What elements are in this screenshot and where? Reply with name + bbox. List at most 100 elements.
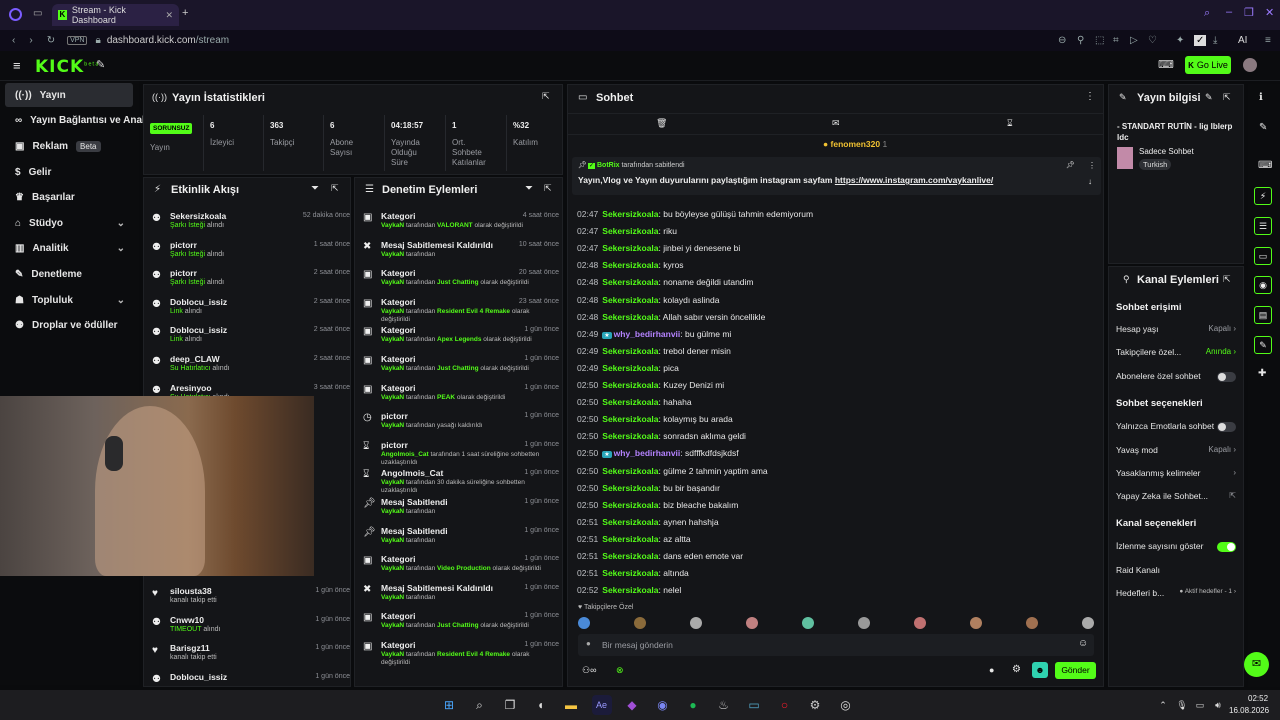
opera-icon[interactable]: ○ xyxy=(775,695,795,715)
moderation-item[interactable]: ◷ pictorr VaykaN tarafından yasağı kaldırı… xyxy=(361,409,559,437)
sidebar-item[interactable]: ⚉ Droplar ve ödüller xyxy=(5,313,133,337)
close-window-icon[interactable]: ✕ xyxy=(1265,6,1274,19)
sidebar-item[interactable]: ☗ Topluluk ⌄ xyxy=(5,288,133,312)
settings-icon[interactable]: ⚙ xyxy=(805,695,825,715)
speech-bubble-icon[interactable]: ✉︎ xyxy=(832,118,840,129)
tab-close-icon[interactable]: ✕ xyxy=(165,10,173,21)
trash-icon[interactable]: 🗑︎ xyxy=(656,118,667,129)
snapshot-icon[interactable]: ⬚ xyxy=(1095,35,1104,46)
sidebar-item[interactable]: ✎ Denetleme xyxy=(5,262,133,286)
channel-setting-row[interactable]: Yavaş mod Kapalı › xyxy=(1116,445,1236,459)
moderator-name[interactable]: VaykaN xyxy=(381,279,404,286)
url-field[interactable]: dashboard.kick.com/stream xyxy=(107,35,229,46)
hourglass-icon[interactable]: ⌛︎ xyxy=(1007,118,1013,129)
hamburger-menu-icon[interactable]: ≡ xyxy=(13,58,21,73)
maximize-icon[interactable]: ❐ xyxy=(1244,6,1254,19)
event-user[interactable]: Doblocu_issiz xyxy=(170,297,227,307)
tab-switcher-icon[interactable]: ▭ xyxy=(33,8,42,19)
heart-bookmark-icon[interactable]: ♡ xyxy=(1148,35,1157,46)
more-options-icon[interactable]: ⋮ xyxy=(1085,91,1095,102)
message-user[interactable]: Sekersizkoala xyxy=(602,209,658,219)
chevron-up-icon[interactable]: ⌃ xyxy=(1153,695,1173,715)
activity-event[interactable]: ♥ silousta38 kanalı takip etti 1 gün önce xyxy=(150,584,350,612)
channel-setting-row[interactable]: Abonelere özel sohbet xyxy=(1116,371,1236,385)
moderator-name[interactable]: VaykaN xyxy=(381,508,404,515)
avatar[interactable] xyxy=(1243,58,1257,72)
moderation-item[interactable]: ▣ Kategori VaykaN tarafından Just Chatting… xyxy=(361,266,559,294)
emote-icon[interactable] xyxy=(970,617,982,629)
brave-icon[interactable]: ◆ xyxy=(622,695,642,715)
crop-icon[interactable]: ⌗ xyxy=(1113,35,1119,46)
moderation-item[interactable]: ▣ Kategori VaykaN tarafından VALORANT olar… xyxy=(361,209,559,237)
unpin-icon[interactable]: 📌︎ xyxy=(1066,161,1075,169)
moderator-name[interactable]: VaykaN xyxy=(381,537,404,544)
wrench-icon[interactable]: ✎ xyxy=(96,58,105,71)
message-user[interactable]: Sekersizkoala xyxy=(602,517,658,527)
browser-icon[interactable]: ▭ xyxy=(744,695,764,715)
emote-icon[interactable] xyxy=(1082,617,1094,629)
pinned-more-icon[interactable]: ⋮ xyxy=(1088,161,1096,170)
rail-stream-info-icon[interactable]: ▤ xyxy=(1254,306,1272,324)
go-live-button[interactable]: K Go Live xyxy=(1185,56,1231,74)
emote-picker-icon[interactable]: ☻ xyxy=(1032,662,1048,678)
settings-gear-icon[interactable]: ⚙ xyxy=(1012,664,1021,675)
moderator-name[interactable]: Angolmois_Cat xyxy=(381,451,429,458)
network-icon[interactable]: ▭ xyxy=(1190,695,1210,715)
file-explorer-icon[interactable]: ▬ xyxy=(561,695,581,715)
event-user[interactable]: Sekersizkoala xyxy=(170,211,226,221)
filter-icon[interactable]: ⏷ xyxy=(525,183,533,194)
expand-icon[interactable]: ↓ xyxy=(1088,177,1092,186)
reload-icon[interactable]: ↻ xyxy=(47,35,55,46)
message-user[interactable]: Sekersizkoala xyxy=(602,243,658,253)
event-user[interactable]: deep_CLAW xyxy=(170,354,220,364)
activity-event[interactable]: ⚉ Doblocu_issiz 1 gün önce xyxy=(150,670,350,686)
add-widget-icon[interactable]: ✚ xyxy=(1258,368,1266,379)
steam-icon[interactable]: ♨ xyxy=(714,695,734,715)
moderator-name[interactable]: VaykaN xyxy=(381,365,404,372)
obs-icon[interactable]: ◎ xyxy=(836,695,856,715)
moderator-name[interactable]: VaykaN xyxy=(381,565,404,572)
message-user[interactable]: Sekersizkoala xyxy=(602,500,658,510)
moderator-name[interactable]: VaykaN xyxy=(381,394,404,401)
activity-event[interactable]: ⚉ Doblocu_issiz Link alındı 2 saat önce xyxy=(150,295,350,323)
moderation-item[interactable]: ⌛︎ pictorr Angolmois_Cat tarafından 1 saat… xyxy=(361,438,559,466)
popout-icon[interactable]: ⇱ xyxy=(331,183,339,194)
new-tab-icon[interactable]: + xyxy=(182,7,188,19)
message-user[interactable]: Sekersizkoala xyxy=(602,260,658,270)
info-icon[interactable]: ℹ xyxy=(1259,92,1263,103)
rail-wrench-icon[interactable]: ✎ xyxy=(1254,336,1272,354)
message-user[interactable]: Sekersizkoala xyxy=(602,312,658,322)
media-icon[interactable]: ◖ xyxy=(531,695,551,715)
moderator-name[interactable]: VaykaN xyxy=(381,422,404,429)
after-effects-icon[interactable]: Ae xyxy=(591,695,612,715)
message-user[interactable]: Sekersizkoala xyxy=(602,483,658,493)
moderator-name[interactable]: VaykaN xyxy=(381,622,404,629)
activity-event[interactable]: ⚉ Cnww10 TIMEOUT alındı 1 gün önce xyxy=(150,613,350,641)
moderation-item[interactable]: ▣ Kategori VaykaN tarafından PEAK olarak d… xyxy=(361,381,559,409)
moderation-item[interactable]: ✖ Mesaj Sabitlemesi Kaldırıldı VaykaN tara… xyxy=(361,581,559,609)
search-icon[interactable]: ⌕ xyxy=(470,695,490,715)
chevron-down-icon[interactable]: ⌄ xyxy=(117,295,125,306)
chat-bubble-icon[interactable]: ● xyxy=(989,665,994,675)
event-user[interactable]: Aresinyoo xyxy=(170,383,212,393)
keyboard-rail-icon[interactable]: ⌨ xyxy=(1258,160,1272,171)
sidebar-item[interactable]: $ Gelir xyxy=(5,160,133,184)
message-user[interactable]: Sekersizkoala xyxy=(602,431,658,441)
moderation-item[interactable]: ▣ Kategori VaykaN tarafından Apex Legends … xyxy=(361,323,559,351)
channel-setting-row[interactable]: Yasaklanmış kelimeler › xyxy=(1116,468,1236,482)
sidebar-item[interactable]: ⌂ Stüdyo ⌄ xyxy=(5,211,133,235)
event-user[interactable]: silousta38 xyxy=(170,586,212,596)
browser-tab[interactable]: K Stream - Kick Dashboard ✕ xyxy=(52,4,179,26)
moderator-name[interactable]: VaykaN xyxy=(381,222,404,229)
sidebar-item[interactable]: ▥ Analitik ⌄ xyxy=(5,236,133,260)
moderator-name[interactable]: VaykaN xyxy=(381,651,404,658)
message-user[interactable]: Sekersizkoala xyxy=(602,397,658,407)
chat-input[interactable]: ● Bir mesaj gönderin ☺ xyxy=(578,634,1094,656)
windows-start-icon[interactable]: ⊞ xyxy=(439,695,459,715)
activity-event[interactable]: ⚉ pictorr Şarkı İsteği alındı 1 saat önce xyxy=(150,238,350,266)
chevron-down-icon[interactable]: ⌄ xyxy=(117,243,125,254)
send-button[interactable]: Gönder xyxy=(1055,662,1096,679)
event-user[interactable]: pictorr xyxy=(170,240,197,250)
back-icon[interactable]: ‹ xyxy=(12,35,15,46)
emote-icon[interactable] xyxy=(914,617,926,629)
